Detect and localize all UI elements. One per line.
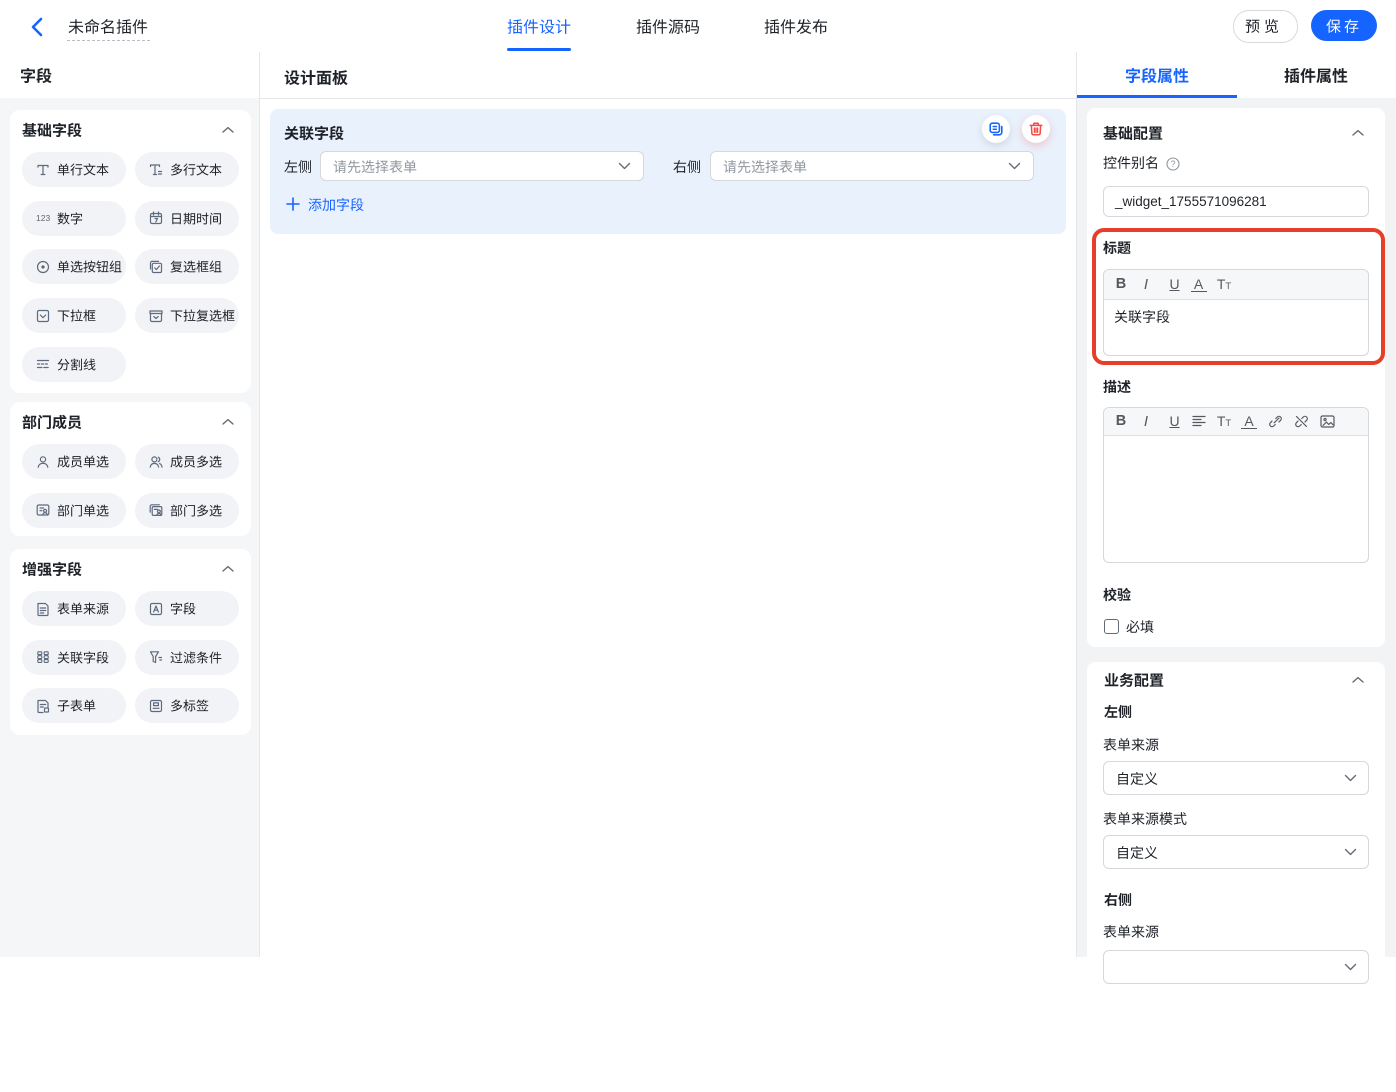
svg-text:123: 123: [36, 213, 50, 223]
svg-text:?: ?: [1170, 159, 1175, 169]
